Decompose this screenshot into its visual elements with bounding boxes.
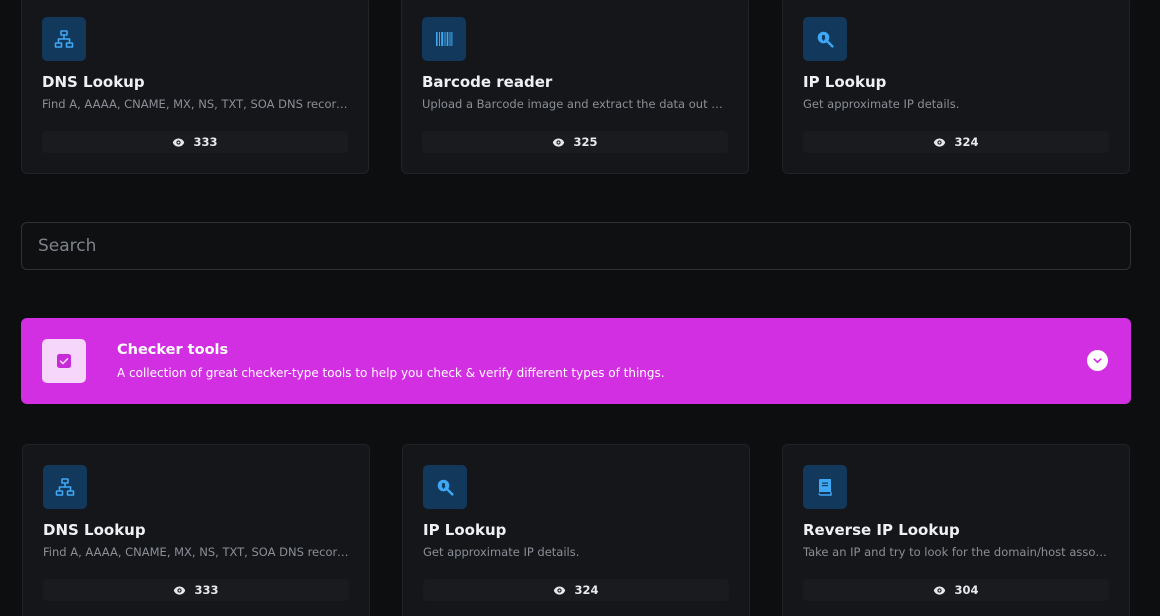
- view-count-badge: 333: [42, 131, 348, 153]
- category-description: A collection of great checker-type tools…: [117, 366, 665, 380]
- card-description: Get approximate IP details.: [803, 97, 960, 111]
- card-title: Barcode reader: [422, 73, 553, 91]
- checkbox-icon: [42, 339, 86, 383]
- view-count-badge: 325: [422, 131, 728, 153]
- eye-icon: [174, 585, 186, 595]
- view-count: 324: [574, 583, 599, 597]
- view-count: 325: [573, 135, 598, 149]
- card-description: Find A, AAAA, CNAME, MX, NS, TXT, SOA DN…: [42, 97, 348, 111]
- tool-card-ip-lookup[interactable]: IP Lookup Get approximate IP details. 32…: [782, 0, 1130, 174]
- eye-icon: [554, 585, 566, 595]
- eye-icon: [934, 137, 946, 147]
- eye-icon: [553, 137, 565, 147]
- book-icon: [803, 465, 847, 509]
- search-location-icon: [803, 17, 847, 61]
- search-location-icon: [423, 465, 467, 509]
- tool-card-ip-lookup[interactable]: IP Lookup Get approximate IP details. 32…: [402, 444, 750, 616]
- card-description: Get approximate IP details.: [423, 545, 580, 559]
- card-title: IP Lookup: [803, 73, 887, 91]
- tool-card-reverse-ip-lookup[interactable]: Reverse IP Lookup Take an IP and try to …: [782, 444, 1130, 616]
- view-count: 304: [954, 583, 979, 597]
- eye-icon: [173, 137, 185, 147]
- network-icon: [43, 465, 87, 509]
- card-title: DNS Lookup: [43, 521, 146, 539]
- card-description: Upload a Barcode image and extract the d…: [422, 97, 728, 111]
- network-icon: [42, 17, 86, 61]
- card-description: Take an IP and try to look for the domai…: [803, 545, 1109, 559]
- view-count: 333: [194, 583, 219, 597]
- tool-card-barcode-reader[interactable]: Barcode reader Upload a Barcode image an…: [401, 0, 749, 174]
- view-count: 333: [193, 135, 218, 149]
- card-description: Find A, AAAA, CNAME, MX, NS, TXT, SOA DN…: [43, 545, 349, 559]
- barcode-icon: [422, 17, 466, 61]
- category-banner-checker-tools[interactable]: Checker tools A collection of great chec…: [21, 318, 1131, 404]
- view-count: 324: [954, 135, 979, 149]
- card-title: DNS Lookup: [42, 73, 145, 91]
- category-title: Checker tools: [117, 342, 229, 358]
- view-count-badge: 324: [803, 131, 1109, 153]
- tools-page: DNS Lookup Find A, AAAA, CNAME, MX, NS, …: [0, 0, 1160, 616]
- search-input[interactable]: [21, 222, 1131, 270]
- view-count-badge: 333: [43, 579, 349, 601]
- chevron-down-icon[interactable]: [1087, 350, 1108, 371]
- eye-icon: [934, 585, 946, 595]
- view-count-badge: 304: [803, 579, 1109, 601]
- card-title: IP Lookup: [423, 521, 507, 539]
- tool-card-dns-lookup[interactable]: DNS Lookup Find A, AAAA, CNAME, MX, NS, …: [22, 444, 370, 616]
- tool-card-dns-lookup[interactable]: DNS Lookup Find A, AAAA, CNAME, MX, NS, …: [21, 0, 369, 174]
- view-count-badge: 324: [423, 579, 729, 601]
- card-title: Reverse IP Lookup: [803, 521, 960, 539]
